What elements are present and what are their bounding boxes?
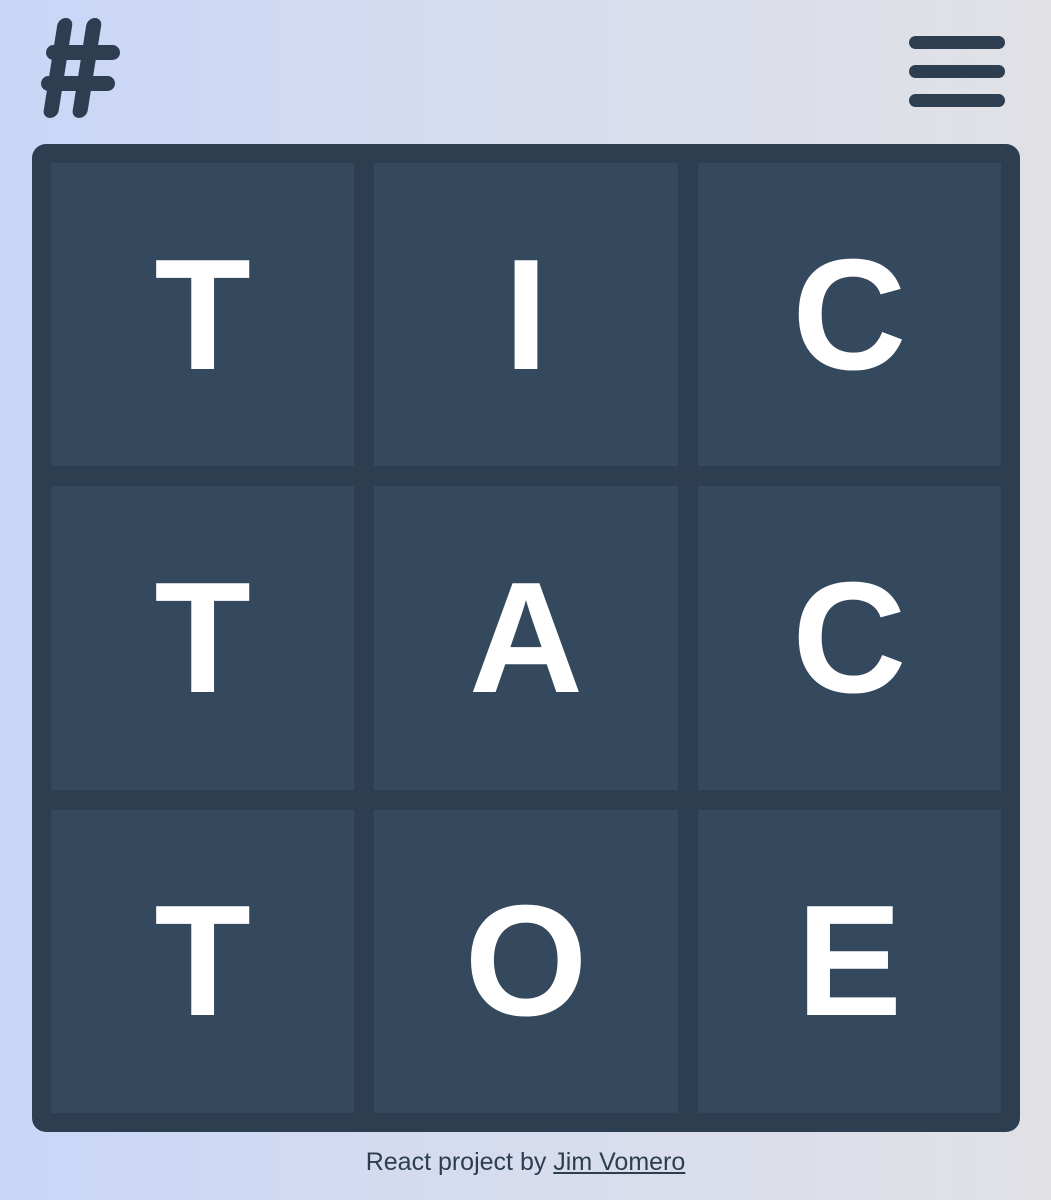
cell-letter: O <box>464 873 588 1050</box>
cell-letter: C <box>792 226 907 403</box>
board-cell[interactable]: I <box>374 163 678 467</box>
cell-letter: T <box>154 873 251 1050</box>
menu-bar-middle <box>909 65 1005 78</box>
cell-letter: C <box>792 549 907 726</box>
cell-letter: A <box>468 549 584 726</box>
menu-bar-top <box>909 36 1005 49</box>
game-board: T I C T A C T O E <box>32 144 1020 1132</box>
board-cell[interactable]: E <box>697 809 1001 1113</box>
hamburger-menu-icon[interactable] <box>906 32 1008 112</box>
board-cell[interactable]: T <box>51 163 355 467</box>
cell-letter: E <box>796 873 903 1050</box>
board-cell[interactable]: C <box>697 163 1001 467</box>
cell-letter: I <box>504 226 548 403</box>
cell-letter: T <box>154 549 251 726</box>
cell-letter: T <box>154 226 251 403</box>
footer-text: React project by <box>365 1148 554 1176</box>
author-link[interactable]: Jim Vomero <box>553 1148 685 1176</box>
footer-credit: React project by Jim Vomero <box>0 1148 1051 1177</box>
board-cell[interactable]: T <box>51 809 355 1113</box>
board-cell[interactable]: O <box>374 809 678 1113</box>
board-cell[interactable]: A <box>374 486 678 790</box>
board-cell[interactable]: T <box>51 486 355 790</box>
menu-bar-bottom <box>909 94 1005 107</box>
hash-icon[interactable] <box>40 14 122 120</box>
board-cell[interactable]: C <box>697 486 1001 790</box>
